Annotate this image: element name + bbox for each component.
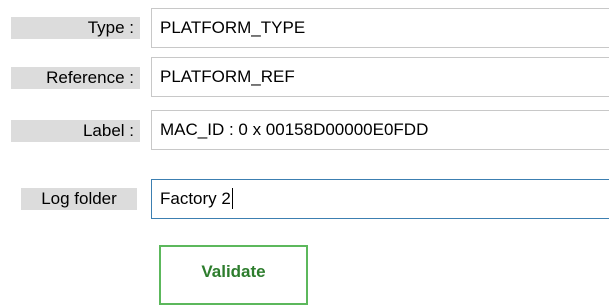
label-field[interactable]: MAC_ID : 0 x 00158D00000E0FDD [151, 110, 609, 150]
type-label: Type : [11, 17, 140, 39]
reference-value: PLATFORM_REF [160, 67, 295, 86]
log-folder-field[interactable]: Factory 2 [151, 179, 609, 219]
label-label: Label : [11, 120, 140, 142]
reference-field[interactable]: PLATFORM_REF [151, 57, 609, 97]
log-folder-value: Factory 2 [160, 189, 231, 208]
reference-label: Reference : [11, 67, 140, 89]
type-field[interactable]: PLATFORM_TYPE [151, 8, 609, 48]
log-folder-label: Log folder [21, 188, 137, 210]
validate-button[interactable]: Validate [159, 245, 308, 305]
label-value: MAC_ID : 0 x 00158D00000E0FDD [160, 120, 429, 139]
type-value: PLATFORM_TYPE [160, 18, 306, 37]
text-caret [231, 188, 233, 210]
